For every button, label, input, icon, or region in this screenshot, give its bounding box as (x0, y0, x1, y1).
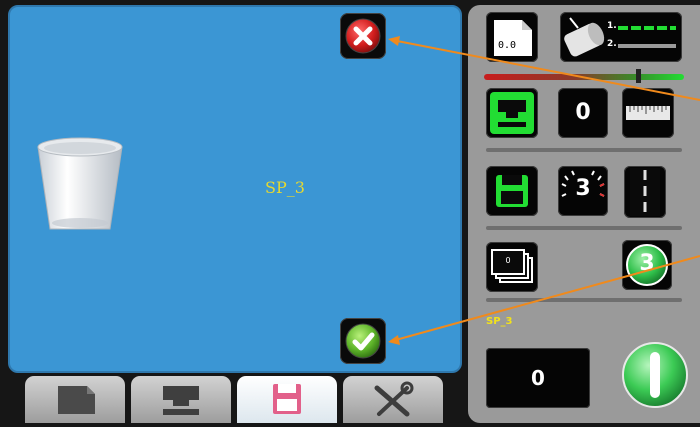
spool-order-button[interactable]: 1. 2. (560, 12, 682, 62)
tray-mode-button[interactable] (486, 88, 538, 138)
counter-display: 0.0 (498, 40, 517, 51)
bottom-value: 0 (531, 366, 545, 390)
tray-icon (163, 386, 199, 415)
tab-save[interactable] (237, 376, 337, 423)
tab-tray[interactable] (131, 376, 231, 423)
save-button[interactable] (486, 166, 538, 216)
tab-file[interactable] (25, 376, 125, 423)
document-counter-icon (494, 20, 532, 56)
power-icon (622, 342, 688, 408)
check-icon (345, 323, 381, 359)
legend-1: 1. (607, 21, 617, 31)
ruler-icon (626, 106, 670, 120)
speed-button[interactable]: 3 (558, 166, 608, 216)
tools-icon (374, 381, 414, 417)
divider (486, 298, 682, 302)
slot-value: 0 (575, 100, 591, 125)
lane-icon (630, 168, 660, 216)
legend-2: 2. (607, 39, 617, 49)
speed-value: 3 (575, 176, 591, 201)
tray-green-icon (490, 92, 534, 134)
power-button[interactable] (620, 340, 690, 410)
trash-bin-icon[interactable] (30, 135, 130, 235)
program-label: SP_3 (486, 316, 513, 327)
stack-icon (491, 249, 533, 283)
close-icon (345, 18, 381, 54)
file-icon (58, 386, 95, 414)
lane-button[interactable] (624, 166, 666, 218)
spool-icon (564, 17, 676, 57)
gauge-marker[interactable] (636, 69, 641, 83)
stack-value: 0 (505, 256, 511, 265)
slot-counter[interactable]: 0 (558, 88, 608, 138)
level-gauge (484, 74, 684, 80)
save-icon (496, 175, 528, 207)
ruler-button[interactable] (622, 88, 674, 138)
tab-bar (25, 376, 447, 423)
stack-button[interactable]: 0 (486, 242, 538, 292)
divider (486, 148, 682, 152)
item-label: SP_3 (265, 178, 305, 197)
cancel-button[interactable] (340, 13, 386, 59)
count-badge-button[interactable]: 3 (622, 240, 672, 290)
save-icon (273, 384, 301, 414)
confirm-button[interactable] (340, 318, 386, 364)
counter-button[interactable]: 0.0 (486, 12, 538, 62)
bottom-counter[interactable]: 0 (486, 348, 590, 408)
tab-tools[interactable] (343, 376, 443, 423)
count-badge-value: 3 (639, 251, 655, 276)
divider (486, 226, 682, 230)
